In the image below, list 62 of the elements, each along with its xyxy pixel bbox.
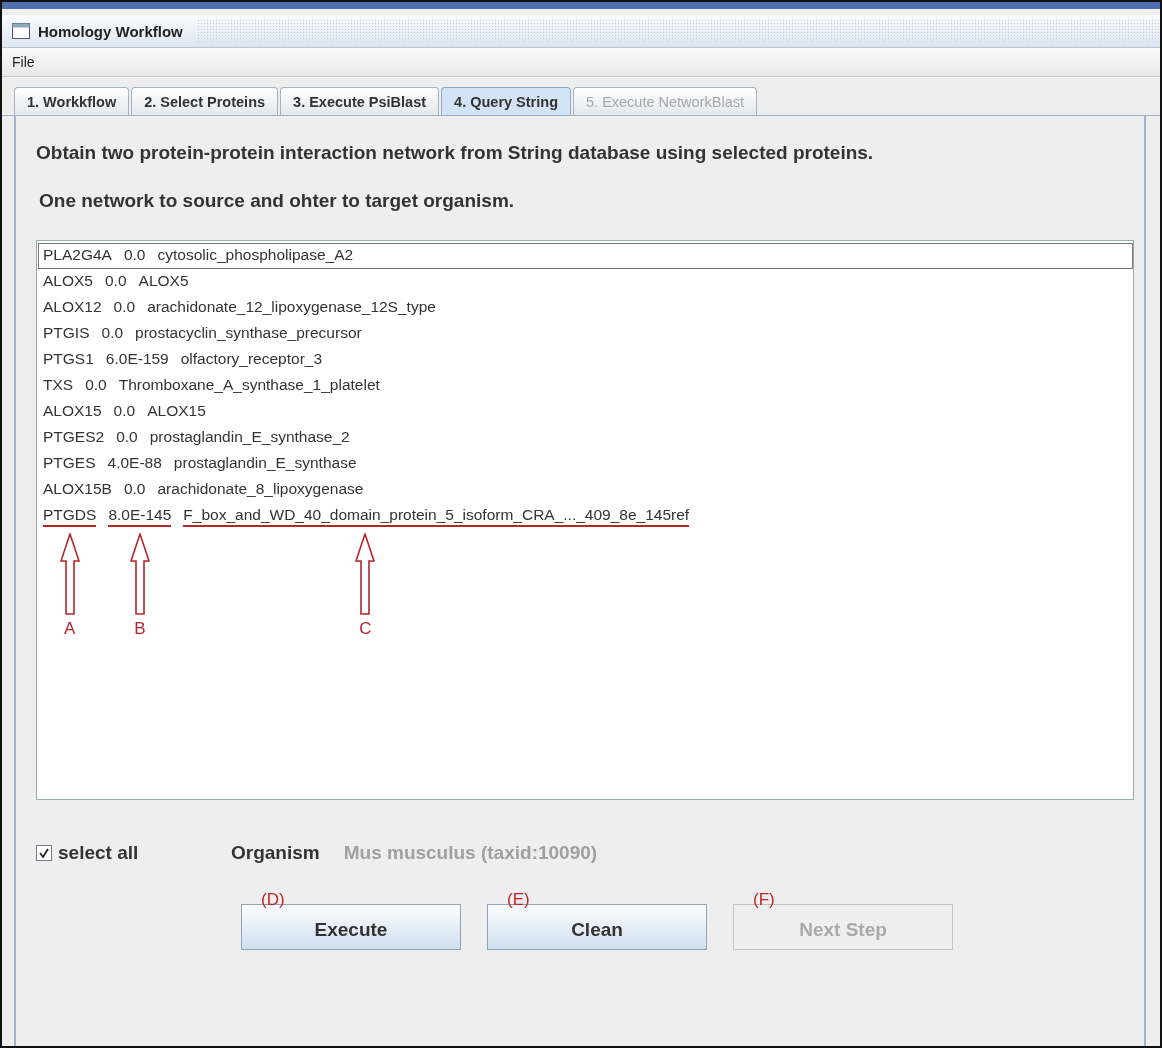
list-cell: 0.0: [113, 298, 136, 316]
list-cell: ALOX15B: [43, 480, 112, 498]
window-icon: [12, 23, 30, 39]
list-cell: PLA2G4A: [43, 246, 112, 264]
list-cell: ALOX5: [43, 272, 93, 290]
list-cell: PTGDS: [43, 506, 97, 527]
window-title: Homology Workflow: [38, 22, 183, 40]
list-cell: 0.0: [85, 376, 107, 394]
organism-label: Organism: [231, 842, 320, 864]
list-row[interactable]: PTGES2 0.0 prostaglandin_E_synthase_2: [38, 425, 1133, 451]
list-row[interactable]: PLA2G4A 0.0 cytosolic_phospholipase_A2: [38, 243, 1133, 269]
list-cell: 0.0: [113, 402, 136, 420]
menu-item[interactable]: File: [8, 52, 39, 72]
list-cell: 0.0: [123, 246, 146, 264]
list-cell: ALOX12: [43, 298, 102, 316]
list-cell: 0.0: [105, 272, 127, 290]
list-cell: 0.0: [123, 480, 146, 498]
checkbox[interactable]: [36, 845, 52, 861]
list-cell: ALOX15: [43, 402, 102, 420]
tab[interactable]: 1. Workkflow: [14, 87, 130, 115]
list-cell: Thromboxane_A_synthase_1_platelet: [118, 376, 380, 394]
list-row[interactable]: ALOX15 0.0 ALOX15: [38, 399, 1133, 425]
list-row[interactable]: ALOX12 0.0 arachidonate_12_lipoxygenase_12S_type: [38, 295, 1133, 321]
list-cell: PTGIS: [43, 324, 90, 342]
list-cell: prostacyclin_synthase_precursor: [135, 324, 362, 342]
list-cell: arachidonate_8_lipoxygenase: [157, 480, 364, 498]
list-cell: 0.0: [116, 428, 138, 446]
list-cell: olfactory_receptor_3: [180, 350, 323, 368]
tab[interactable]: 3. Execute PsiBlast: [280, 87, 440, 115]
list-row[interactable]: ALOX15B 0.0 arachidonate_8_lipoxygenase: [38, 477, 1133, 503]
list-cell: prostaglandin_E_synthase: [173, 454, 357, 472]
organism-value: Mus musculus (taxid:10090): [343, 842, 598, 864]
tab[interactable]: 4. Query String: [441, 87, 571, 115]
list-cell: PTGS1: [43, 350, 94, 368]
list-cell: arachidonate_12_lipoxygenase_12S_type: [147, 298, 436, 316]
callout-letter: B: [134, 619, 146, 639]
list-row[interactable]: PTGIS 0.0 prostacyclin_synthase_precursor: [38, 321, 1133, 347]
list-cell: F_box_and_WD_40_domain_protein_5_isoform_CRA_..._409_8e_145ref: [183, 506, 690, 527]
list-cell: 6.0E-159: [105, 350, 169, 368]
up-arrow-icon: [129, 533, 150, 615]
list-row[interactable]: PTGS1 6.0E-159 olfactory_receptor_3: [38, 347, 1133, 373]
list-cell: ALOX5: [138, 272, 189, 290]
list-row[interactable]: ALOX5 0.0 ALOX5: [38, 269, 1133, 295]
up-arrow-icon: [355, 533, 376, 615]
list-row[interactable]: TXS 0.0 Thromboxane_A_synthase_1_platelet: [38, 373, 1133, 399]
callout-letter: C: [359, 619, 372, 639]
up-arrow-icon: [59, 533, 80, 615]
list-cell: cytosolic_phospholipase_A2: [157, 246, 354, 264]
instruction-text: Obtain two protein-protein interaction network from String database using selected proteins.: [36, 142, 875, 164]
list-cell: PTGES: [43, 454, 96, 472]
list-cell: prostaglandin_E_synthase_2: [149, 428, 350, 446]
list-cell: PTGES2: [43, 428, 105, 446]
list-cell: 8.0E-145: [108, 506, 172, 527]
select-all-checkbox[interactable]: select all: [36, 842, 231, 864]
list-cell: 0.0: [101, 324, 124, 342]
list-row[interactable]: PTGES 4.0E-88 prostaglandin_E_synthase: [38, 451, 1133, 477]
tab[interactable]: 2. Select Proteins: [131, 87, 279, 115]
instruction-text: One network to source and ohter to target organism.: [39, 190, 516, 212]
callout-letter: A: [64, 619, 76, 639]
list-cell: ALOX15: [147, 402, 206, 420]
list-cell: TXS: [43, 376, 74, 394]
list-cell: 4.0E-88: [107, 454, 162, 472]
